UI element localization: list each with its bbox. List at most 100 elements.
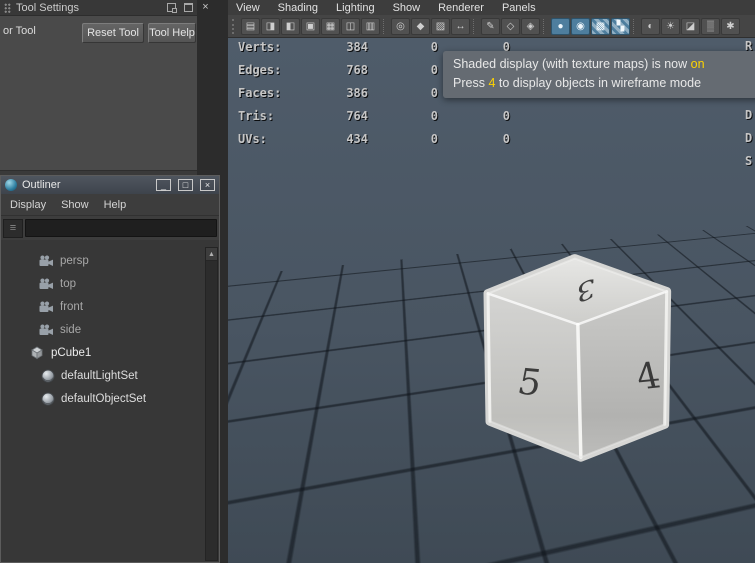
dock-panel-icon[interactable] bbox=[184, 3, 193, 12]
list-item-label: defaultLightSet bbox=[61, 370, 138, 382]
viewport-menu-renderer[interactable]: Renderer bbox=[429, 2, 493, 14]
bookmark-icon[interactable]: ◆ bbox=[411, 18, 430, 35]
hud-right-fragment: S bbox=[745, 154, 752, 168]
shadows-icon[interactable]: ◐ bbox=[641, 18, 660, 35]
camera-icon bbox=[38, 255, 54, 267]
gate-mask-icon[interactable]: ▣ bbox=[301, 18, 320, 35]
viewport-menu-lighting[interactable]: Lighting bbox=[327, 2, 384, 14]
set-icon bbox=[41, 369, 55, 383]
hud-value: 384 bbox=[302, 40, 368, 54]
sun-icon[interactable]: ☀ bbox=[661, 18, 680, 35]
undock-panel-icon[interactable] bbox=[167, 3, 176, 12]
hud-label: UVs: bbox=[238, 132, 302, 146]
list-item-persp[interactable]: persp bbox=[1, 249, 219, 272]
list-item-pcube1[interactable]: pCube1 bbox=[1, 341, 219, 364]
tooltip-text: to display objects in wireframe mode bbox=[495, 76, 701, 90]
hud-value: 0 bbox=[438, 109, 510, 123]
outliner-scrollbar[interactable]: ▲ bbox=[205, 247, 218, 561]
outliner-menu-show[interactable]: Show bbox=[61, 199, 89, 211]
viewport-menubar: View Shading Lighting Show Renderer Pane… bbox=[228, 0, 755, 15]
toolbar-separator bbox=[473, 19, 478, 34]
reset-tool-button[interactable]: Reset Tool bbox=[82, 23, 144, 43]
list-item-label: side bbox=[60, 324, 81, 336]
toolbar-grip-icon[interactable] bbox=[232, 19, 237, 34]
viewport-menu-panels[interactable]: Panels bbox=[493, 2, 545, 14]
maximize-icon[interactable]: □ bbox=[178, 179, 193, 191]
tooltip-text: Shaded display (with texture maps) is no… bbox=[453, 57, 691, 71]
hud-label: Verts: bbox=[238, 40, 302, 54]
outliner-titlebar[interactable]: Outliner _ □ × bbox=[1, 176, 219, 194]
mesh-icon bbox=[29, 345, 45, 360]
pan-zoom-icon[interactable]: ↔ bbox=[451, 18, 470, 35]
hud-right-fragment: D bbox=[745, 108, 752, 122]
image-plane-icon[interactable]: ▨ bbox=[431, 18, 450, 35]
hud-label: Edges: bbox=[238, 63, 302, 77]
outliner-search-row: ≡ bbox=[1, 216, 219, 240]
drag-grip-icon[interactable] bbox=[4, 3, 11, 13]
list-item-label: front bbox=[60, 301, 83, 313]
field-chart-icon[interactable]: ▦ bbox=[321, 18, 340, 35]
list-item-label: persp bbox=[60, 255, 89, 267]
search-input[interactable] bbox=[25, 219, 217, 237]
filter-icon[interactable]: ≡ bbox=[3, 219, 23, 238]
close-icon[interactable]: × bbox=[200, 179, 215, 191]
list-item-defaultobjectset[interactable]: defaultObjectSet bbox=[1, 387, 219, 410]
list-item-front[interactable]: front bbox=[1, 295, 219, 318]
xray-icon[interactable]: ▒ bbox=[701, 18, 720, 35]
hud-value: 434 bbox=[302, 132, 368, 146]
viewport-menu-shading[interactable]: Shading bbox=[269, 2, 327, 14]
cube-edge-highlight bbox=[488, 294, 490, 422]
toolbar-separator bbox=[633, 19, 638, 34]
undock-panel-icon-inner bbox=[172, 8, 177, 13]
tool-help-button[interactable]: Tool Help bbox=[148, 23, 196, 43]
tooltip-highlight: on bbox=[691, 57, 705, 71]
toolbar-separator bbox=[543, 19, 548, 34]
hud-value: 0 bbox=[368, 86, 438, 100]
safe-title-icon[interactable]: ▥ bbox=[361, 18, 380, 35]
film-gate-icon[interactable]: ◨ bbox=[261, 18, 280, 35]
textured-icon[interactable]: ▩ bbox=[591, 18, 610, 35]
toolbar-separator bbox=[383, 19, 388, 34]
tooltip-line-2: Press 4 to display objects in wireframe … bbox=[453, 74, 755, 93]
safe-action-icon[interactable]: ◫ bbox=[341, 18, 360, 35]
outliner-title: Outliner bbox=[22, 179, 149, 191]
maya-logo-icon bbox=[5, 179, 17, 191]
cube-edge-highlight bbox=[665, 292, 667, 425]
hud-row-tris: Tris: 764 0 0 bbox=[238, 104, 510, 127]
grease-pencil-icon[interactable]: ✎ bbox=[481, 18, 500, 35]
list-item-label: defaultObjectSet bbox=[61, 393, 146, 405]
tooltip-line-1: Shaded display (with texture maps) is no… bbox=[453, 55, 755, 74]
tool-settings-titlebar[interactable]: Tool Settings bbox=[0, 0, 197, 16]
list-item-label: top bbox=[60, 278, 76, 290]
hud-value: 0 bbox=[368, 109, 438, 123]
isolate-select-icon[interactable]: ◪ bbox=[681, 18, 700, 35]
outliner-menu-help[interactable]: Help bbox=[104, 199, 127, 211]
flat-shade-icon[interactable]: ◈ bbox=[521, 18, 540, 35]
outliner-menu-display[interactable]: Display bbox=[10, 199, 46, 211]
default-material-icon[interactable]: ◉ bbox=[571, 18, 590, 35]
minimize-icon[interactable]: _ bbox=[156, 179, 171, 191]
close-panel-icon[interactable]: × bbox=[199, 1, 212, 14]
hud-value: 0 bbox=[368, 40, 438, 54]
list-item-label: pCube1 bbox=[51, 347, 91, 359]
lighting-icon[interactable]: ▚ bbox=[611, 18, 630, 35]
hud-label: Faces: bbox=[238, 86, 302, 100]
scroll-up-icon[interactable]: ▲ bbox=[206, 248, 217, 261]
viewport-menu-view[interactable]: View bbox=[236, 2, 269, 14]
list-item-side[interactable]: side bbox=[1, 318, 219, 341]
wireframe-icon[interactable]: ◇ bbox=[501, 18, 520, 35]
viewport-canvas[interactable]: 3 5 4 Verts: 384 0 0 Edges: 768 0 bbox=[228, 38, 755, 563]
hud-value: 386 bbox=[302, 86, 368, 100]
hud-right-fragment: D bbox=[745, 131, 752, 145]
list-item-top[interactable]: top bbox=[1, 272, 219, 295]
smooth-shade-icon[interactable]: ● bbox=[551, 18, 570, 35]
camera-attributes-icon[interactable]: ◎ bbox=[391, 18, 410, 35]
clapperboard-icon[interactable]: ▤ bbox=[241, 18, 260, 35]
list-item-defaultlightset[interactable]: defaultLightSet bbox=[1, 364, 219, 387]
hud-value: 768 bbox=[302, 63, 368, 77]
viewport-menu-show[interactable]: Show bbox=[384, 2, 430, 14]
resolution-gate-icon[interactable]: ◧ bbox=[281, 18, 300, 35]
tool-settings-title: Tool Settings bbox=[16, 2, 159, 14]
camera-icon bbox=[38, 324, 54, 336]
exposure-icon[interactable]: ✱ bbox=[721, 18, 740, 35]
